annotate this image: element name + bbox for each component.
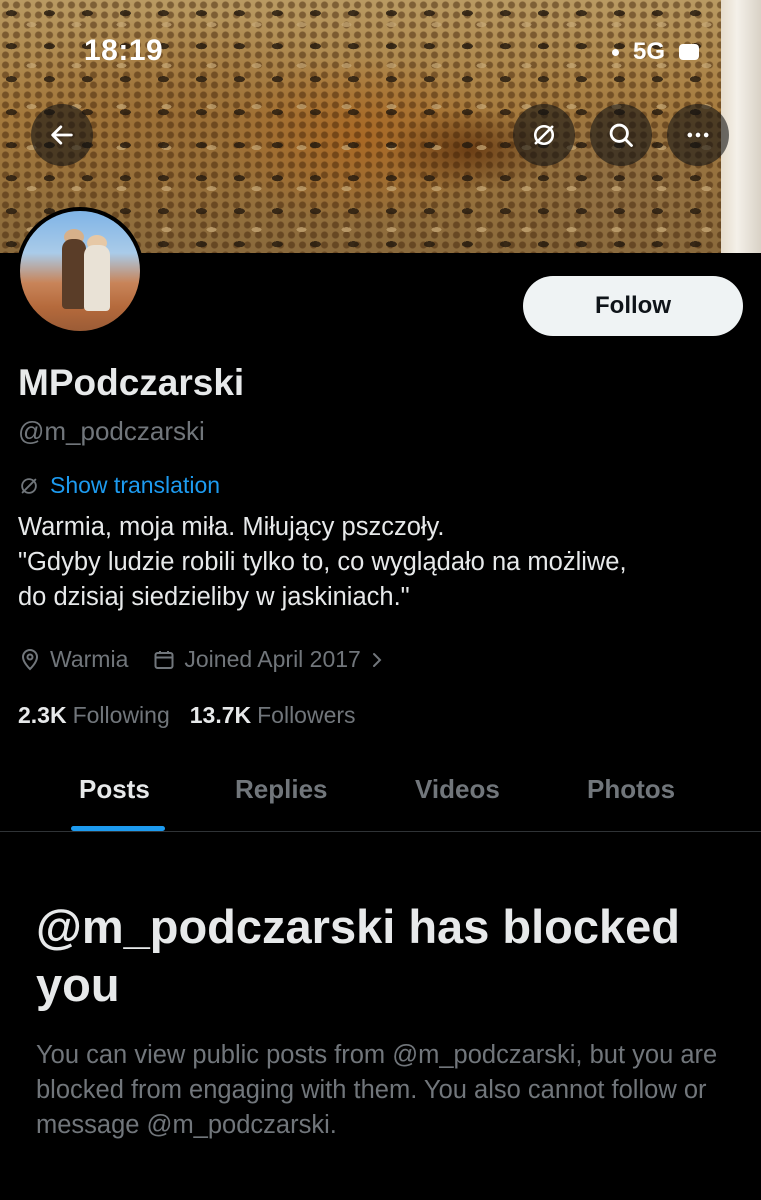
location-label: Warmia — [50, 646, 129, 672]
avatar-photo — [20, 211, 140, 331]
tab-photos[interactable]: Photos — [587, 774, 675, 805]
profile-bio: Warmia, moja miła. Miłujący pszczoły. "G… — [18, 510, 748, 615]
more-button[interactable] — [667, 104, 729, 166]
tab-posts[interactable]: Posts — [79, 774, 150, 805]
more-icon — [687, 132, 709, 138]
status-time: 18:19 — [84, 34, 164, 67]
avatar[interactable] — [16, 207, 144, 335]
network-label: 5G — [632, 38, 665, 65]
blocked-title: @m_podczarski has blocked you — [36, 900, 681, 1011]
status-indicators: 5G — [611, 38, 699, 66]
search-icon — [609, 123, 633, 147]
translate-button[interactable] — [513, 104, 575, 166]
location-icon — [21, 648, 39, 670]
signal-icon — [611, 48, 619, 56]
location: Warmia — [18, 646, 128, 673]
display-name: MPodczarski — [18, 362, 245, 403]
tab-replies[interactable]: Replies — [235, 774, 328, 805]
following-count: 2.3K — [18, 702, 67, 728]
show-translation-label[interactable]: Show translation — [50, 472, 220, 499]
followers-link[interactable]: 13.7K Followers — [190, 702, 356, 729]
active-tab-indicator — [71, 826, 165, 831]
following-link[interactable]: 2.3K Following — [18, 702, 170, 729]
bio-line: do dzisiaj siedzieliby w jaskiniach." — [18, 583, 410, 611]
bio-line: Warmia, moja miła. Miłujący pszczoły. — [18, 513, 445, 541]
chevron-right-icon — [372, 652, 382, 667]
calendar-icon — [154, 650, 174, 669]
follow-button[interactable]: Follow — [523, 276, 743, 336]
show-translation-link[interactable]: Show translation — [18, 472, 220, 499]
profile-meta: Warmia Joined April 2017 — [18, 646, 409, 673]
bio-line: "Gdyby ludzie robili tylko to, co wygląd… — [18, 548, 627, 576]
blocked-message: You can view public posts from @m_podcza… — [36, 1041, 718, 1139]
search-button[interactable] — [590, 104, 652, 166]
profile-tabs: Posts Replies Videos Photos — [0, 760, 761, 832]
back-arrow-icon — [51, 125, 73, 145]
translate-icon — [533, 124, 555, 146]
tab-videos[interactable]: Videos — [415, 774, 500, 805]
translate-icon — [21, 477, 37, 494]
joined-date[interactable]: Joined April 2017 — [152, 646, 384, 673]
joined-label[interactable]: Joined April 2017 — [184, 646, 360, 673]
follow-counts: 2.3K Following 13.7K Followers — [18, 702, 356, 729]
user-handle: @m_podczarski — [18, 416, 205, 446]
following-label: Following — [72, 702, 170, 728]
back-button[interactable] — [31, 104, 93, 166]
followers-label: Followers — [257, 702, 356, 728]
followers-count: 13.7K — [189, 702, 252, 728]
battery-icon — [679, 44, 699, 60]
